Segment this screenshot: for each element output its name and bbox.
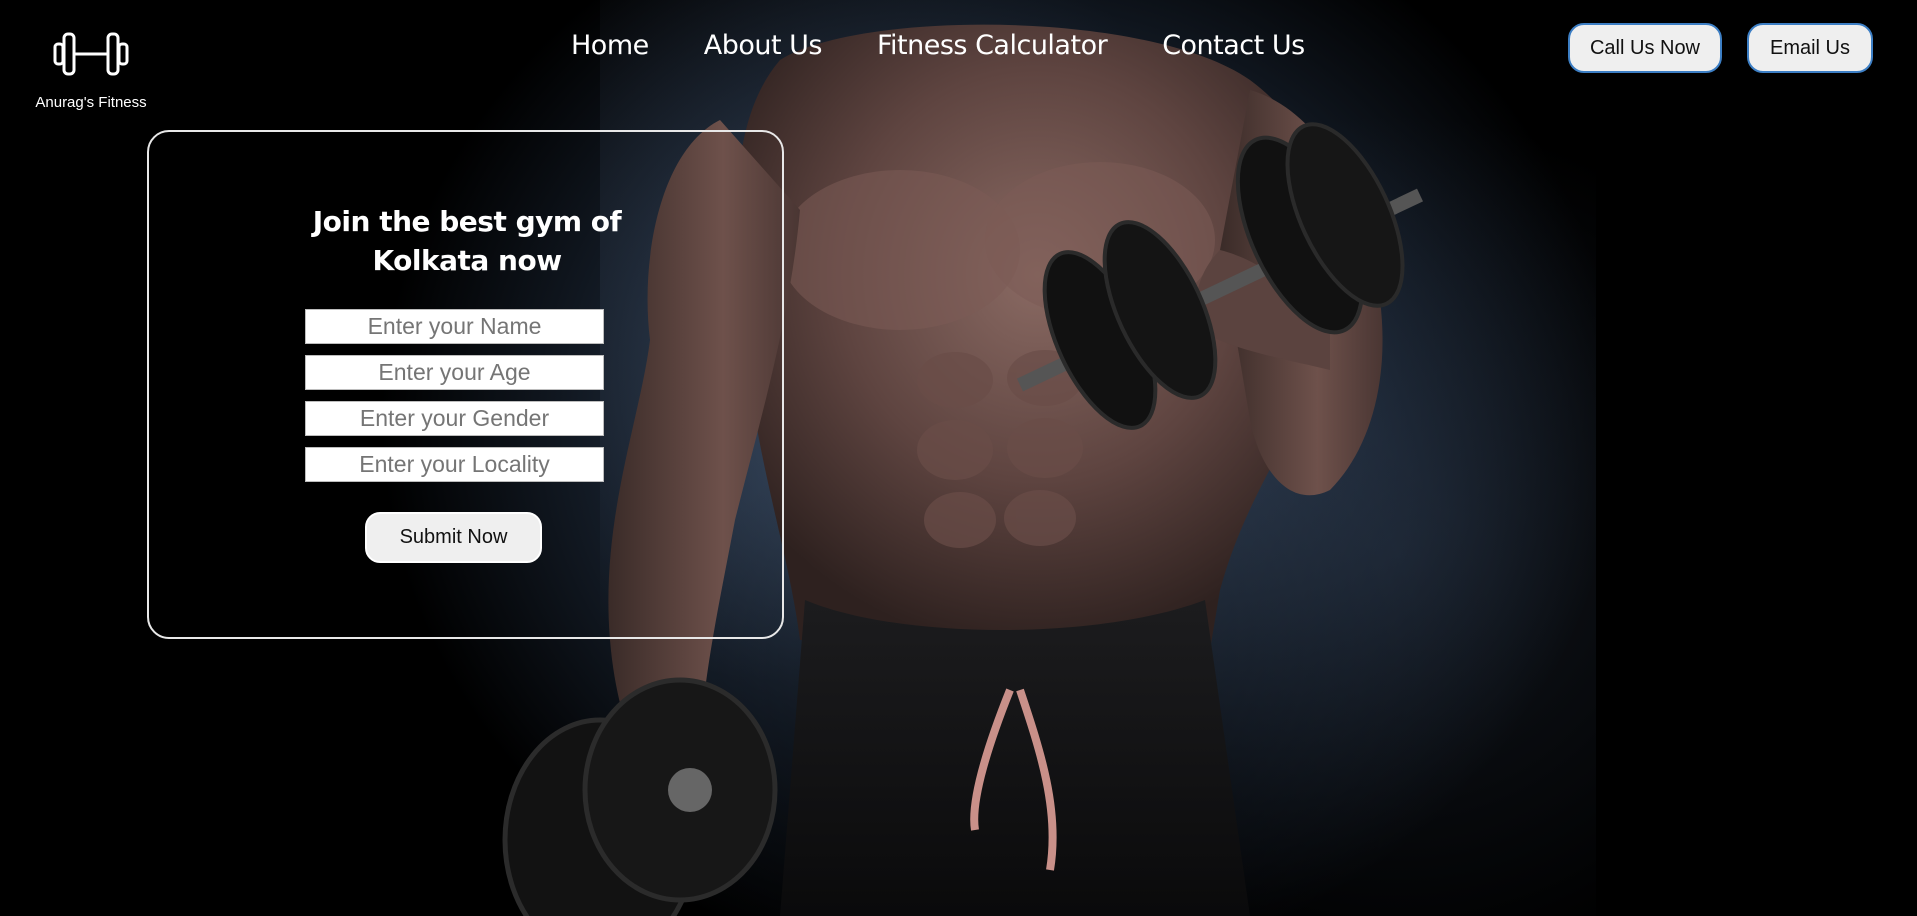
dumbbell-icon (53, 32, 129, 76)
landing-page: Anurag's Fitness Home About Us Fitness C… (0, 0, 1917, 916)
call-us-button[interactable]: Call Us Now (1568, 23, 1722, 73)
nav-item-about-us[interactable]: About Us (704, 30, 823, 61)
join-form-title-line1: Join the best gym of (312, 205, 622, 238)
nav-item-contact-us[interactable]: Contact Us (1162, 30, 1305, 61)
brand-name: Anurag's Fitness (35, 94, 147, 111)
name-input[interactable] (305, 309, 604, 344)
main-nav: Home About Us Fitness Calculator Contact… (571, 30, 1305, 61)
locality-input[interactable] (305, 447, 604, 482)
nav-item-home[interactable]: Home (571, 30, 649, 61)
join-form-title: Join the best gym of Kolkata now (149, 202, 785, 280)
nav-item-fitness-calculator[interactable]: Fitness Calculator (877, 30, 1108, 61)
join-form-title-line2: Kolkata now (372, 244, 562, 277)
email-us-button[interactable]: Email Us (1747, 23, 1873, 73)
brand-logo[interactable]: Anurag's Fitness (28, 30, 154, 111)
submit-button[interactable]: Submit Now (365, 512, 542, 563)
gender-input[interactable] (305, 401, 604, 436)
age-input[interactable] (305, 355, 604, 390)
join-form-card: Join the best gym of Kolkata now Submit … (147, 130, 784, 639)
